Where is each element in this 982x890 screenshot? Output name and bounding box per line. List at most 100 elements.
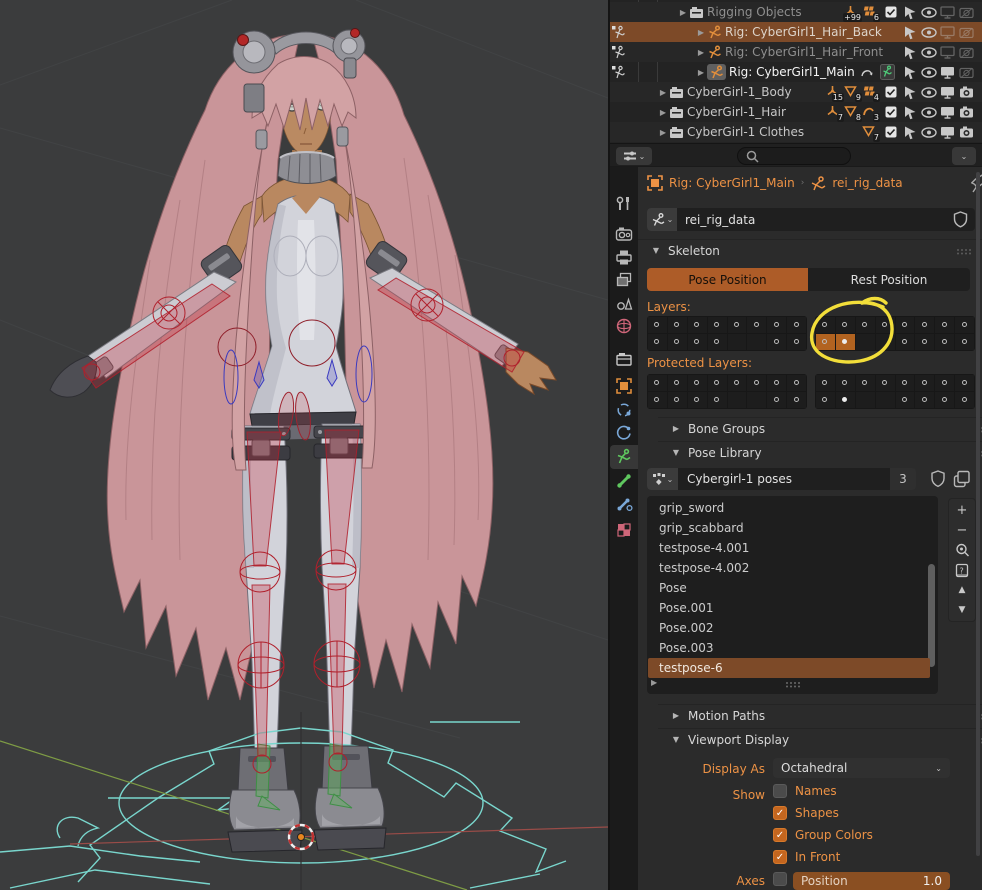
exclude-checkbox[interactable] — [885, 6, 897, 18]
tab-bone-constraints[interactable] — [610, 492, 638, 516]
layer-toggle[interactable] — [747, 317, 767, 333]
pose-list-item[interactable]: grip_sword — [648, 498, 930, 518]
armature-name-field[interactable]: ⌄ rei_rig_data — [647, 208, 975, 231]
exclude-checkbox[interactable] — [885, 86, 897, 98]
outliner-row[interactable]: ▶ Rig: CyberGirl1_Main — [610, 62, 982, 82]
layer-toggle[interactable] — [648, 375, 667, 391]
pose-list-item[interactable]: testpose-6 — [648, 658, 930, 678]
disable-render-toggle[interactable] — [957, 82, 976, 102]
outliner-row[interactable]: ▶ CyberGirl-1_Body 15 9 4 — [610, 82, 982, 102]
users-count-button[interactable]: 3 — [890, 468, 916, 490]
layers-grid-right[interactable] — [815, 316, 975, 351]
tab-output[interactable] — [610, 245, 638, 269]
viewport-display-panel-header[interactable]: ▼ Viewport Display — [658, 728, 982, 750]
layer-toggle[interactable] — [875, 334, 895, 350]
layer-toggle[interactable] — [875, 392, 895, 408]
tab-view-layer[interactable] — [610, 268, 638, 292]
in-front-checkbox[interactable]: ✓ — [773, 850, 787, 864]
layer-toggle[interactable] — [895, 334, 915, 350]
pose-list[interactable]: ▶ grip_sword grip_scabbard testpose-4.001 t… — [647, 496, 938, 694]
outliner-row[interactable]: ▶ CyberGirl-1_Hair 7 8 3 — [610, 102, 982, 122]
layer-toggle[interactable] — [816, 392, 835, 408]
outliner-item-label[interactable]: Rig: CyberGirl1_Hair_Back — [725, 25, 882, 39]
pose-list-item[interactable]: testpose-4.002 — [648, 558, 930, 578]
add-pose-button[interactable]: + — [950, 501, 974, 519]
hide-viewport-toggle[interactable] — [919, 62, 938, 82]
rest-position-button[interactable]: Rest Position — [808, 268, 970, 291]
layer-toggle[interactable] — [747, 375, 767, 391]
axes-position-slider[interactable]: Position 1.0 — [793, 872, 950, 890]
names-checkbox[interactable] — [773, 784, 787, 798]
properties-scrollbar[interactable] — [976, 172, 980, 856]
tab-bone[interactable] — [610, 469, 638, 493]
disable-render-toggle[interactable] — [957, 22, 976, 42]
breadcrumb-object[interactable]: Rig: CyberGirl1_Main — [669, 176, 795, 190]
tab-constraints[interactable] — [610, 421, 638, 445]
layer-toggle[interactable] — [648, 317, 667, 333]
layer-toggle[interactable] — [855, 317, 875, 333]
display-as-dropdown[interactable]: Octahedral ⌄ — [773, 758, 950, 778]
pose-position-button[interactable]: Pose Position — [647, 268, 808, 291]
pose-library-panel-header[interactable]: ▼ Pose Library — [658, 441, 982, 463]
sanitize-action-button[interactable]: ? — [950, 561, 974, 579]
outliner-item-label[interactable]: CyberGirl-1 Clothes — [687, 125, 804, 139]
selectable-toggle[interactable] — [900, 122, 919, 142]
breadcrumb-data[interactable]: rei_rig_data — [832, 176, 902, 190]
remove-pose-button[interactable]: − — [950, 521, 974, 539]
layer-toggle[interactable] — [935, 334, 955, 350]
filter-options-button[interactable]: ⌄ — [952, 147, 976, 165]
apply-pose-button[interactable] — [950, 541, 974, 559]
outliner-item-label[interactable]: CyberGirl-1_Body — [687, 85, 792, 99]
disable-viewport-toggle[interactable] — [938, 22, 957, 42]
exclude-checkbox[interactable] — [885, 106, 897, 118]
list-grip-icon[interactable] — [785, 681, 801, 688]
disable-render-toggle[interactable] — [957, 2, 976, 22]
disable-render-toggle[interactable] — [957, 42, 976, 62]
move-up-button[interactable]: ▲ — [950, 581, 974, 599]
pose-list-item[interactable]: Pose.002 — [648, 618, 930, 638]
bone-groups-panel-header[interactable]: ▶ Bone Groups — [658, 417, 982, 439]
disable-viewport-toggle[interactable] — [938, 42, 957, 62]
layer-toggle[interactable] — [707, 317, 727, 333]
disable-render-toggle[interactable] — [957, 62, 976, 82]
tab-texture[interactable] — [610, 518, 638, 542]
disable-viewport-toggle[interactable] — [938, 2, 957, 22]
layer-toggle[interactable] — [816, 317, 835, 333]
layer-toggle[interactable] — [935, 375, 955, 391]
layer-toggle[interactable] — [727, 334, 747, 350]
outliner-item-label[interactable]: Rigging Objects — [707, 5, 802, 19]
outliner-row[interactable]: ▶ CyberGirl-1 Clothes 7 — [610, 122, 982, 142]
layer-toggle[interactable] — [895, 375, 915, 391]
layer-toggle[interactable] — [855, 392, 875, 408]
layer-toggle[interactable] — [816, 334, 835, 350]
layer-toggle[interactable] — [767, 392, 787, 408]
outliner-item-label[interactable]: CyberGirl-1_Hair — [687, 105, 786, 119]
layer-toggle[interactable] — [707, 334, 727, 350]
layer-toggle[interactable] — [915, 334, 935, 350]
layer-toggle[interactable] — [787, 334, 806, 350]
tab-object[interactable] — [610, 374, 638, 398]
motion-paths-panel-header[interactable]: ▶ Motion Paths — [658, 704, 982, 726]
layer-toggle[interactable] — [895, 317, 915, 333]
hide-viewport-toggle[interactable] — [919, 122, 938, 142]
layer-toggle[interactable] — [667, 334, 687, 350]
triangle-right-icon[interactable]: ▶ — [677, 8, 689, 17]
shield-icon[interactable] — [953, 211, 968, 228]
datablock-name[interactable]: Cybergirl-1 poses — [687, 472, 792, 486]
layer-toggle[interactable] — [787, 317, 806, 333]
layer-toggle[interactable] — [727, 375, 747, 391]
disable-viewport-toggle[interactable] — [938, 102, 957, 122]
outliner-panel[interactable]: ▶ Rigging Objects +99 6 ▶ Rig: CyberGirl1_Hai… — [610, 0, 982, 143]
outliner-row[interactable]: ▶ Rigging Objects +99 6 — [610, 2, 982, 22]
disable-viewport-toggle[interactable] — [938, 122, 957, 142]
pose-list-item[interactable]: Pose — [648, 578, 930, 598]
outliner-item-label[interactable]: Rig: CyberGirl1_Hair_Front — [725, 45, 883, 59]
pose-list-item[interactable]: testpose-4.001 — [648, 538, 930, 558]
layer-toggle[interactable] — [707, 392, 727, 408]
layer-toggle[interactable] — [955, 392, 974, 408]
layer-toggle[interactable] — [895, 392, 915, 408]
layer-toggle[interactable] — [707, 375, 727, 391]
layer-toggle[interactable] — [747, 392, 767, 408]
layer-toggle[interactable] — [747, 334, 767, 350]
disable-viewport-toggle[interactable] — [938, 62, 957, 82]
